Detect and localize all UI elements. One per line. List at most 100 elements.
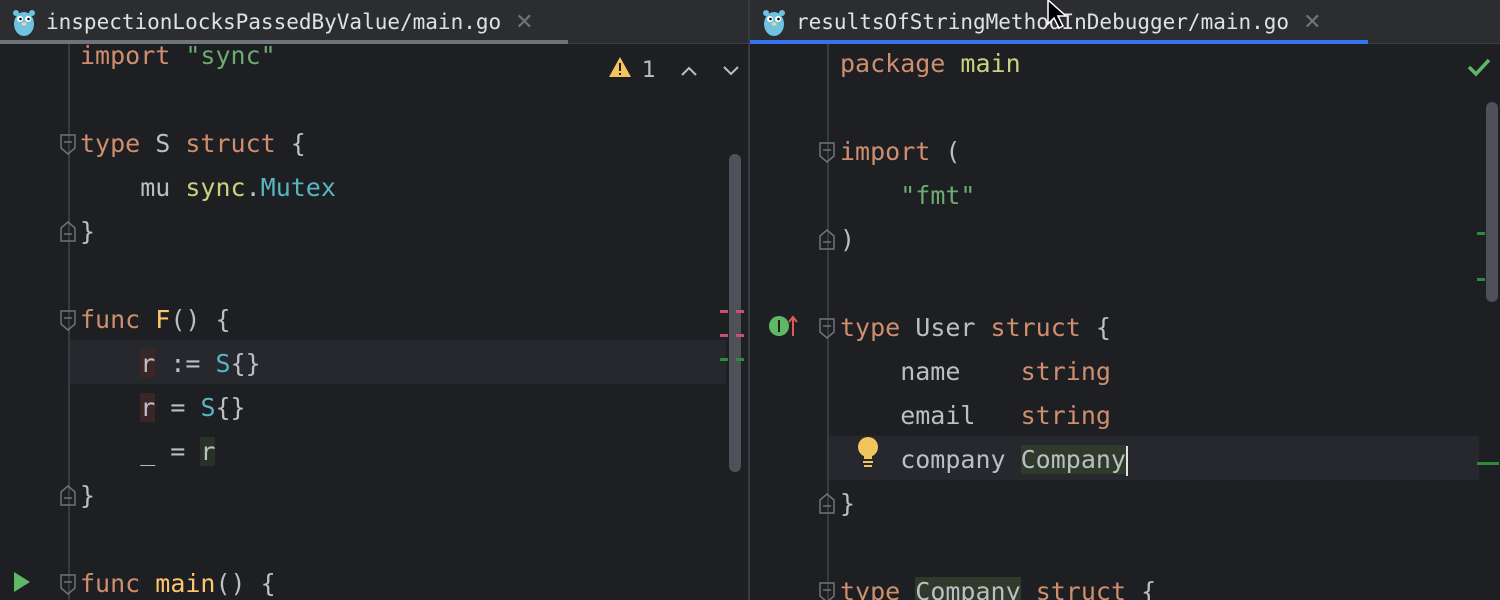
bulb-icon[interactable] bbox=[856, 436, 880, 472]
code-token: struct bbox=[185, 129, 276, 158]
code-line[interactable]: type Company struct { bbox=[840, 570, 1156, 600]
code-line[interactable]: } bbox=[80, 210, 95, 254]
code-token: mu bbox=[80, 173, 186, 202]
fold-icon[interactable] bbox=[60, 220, 76, 242]
change-stripe-marker[interactable] bbox=[1477, 232, 1485, 235]
code-token: package bbox=[840, 49, 946, 78]
code-line[interactable]: import "sync" bbox=[80, 34, 276, 78]
code-line[interactable]: ) bbox=[840, 218, 855, 262]
code-token: string bbox=[1020, 357, 1111, 386]
code-line[interactable]: mu sync.Mutex bbox=[80, 166, 336, 210]
code-token: main bbox=[960, 49, 1021, 78]
close-icon[interactable]: ✕ bbox=[1303, 10, 1321, 35]
code-line[interactable]: } bbox=[840, 482, 855, 526]
code-token: = bbox=[155, 393, 201, 422]
code-token: { bbox=[1126, 577, 1157, 600]
code-token: type bbox=[840, 313, 901, 342]
code-token: Mutex bbox=[260, 173, 336, 202]
error-stripe-marker[interactable] bbox=[736, 310, 744, 313]
right-editor-pane: resultsOfStringMethodInDebugger/main.go … bbox=[750, 0, 1500, 600]
code-token: User bbox=[900, 313, 991, 342]
left-editor[interactable]: 1 import "sync" type S struct { mu sync.M… bbox=[0, 41, 748, 600]
code-token: S bbox=[215, 349, 231, 378]
code-token: _ = bbox=[80, 437, 201, 466]
fold-icon[interactable] bbox=[60, 574, 76, 595]
code-token: {} bbox=[215, 393, 246, 422]
code-token: } bbox=[80, 481, 96, 510]
right-tab-bar: resultsOfStringMethodInDebugger/main.go … bbox=[750, 0, 1500, 44]
code-token: type bbox=[840, 577, 901, 600]
chevron-down-icon[interactable] bbox=[722, 58, 740, 83]
code-line[interactable]: func main() { bbox=[80, 562, 276, 600]
fold-icon[interactable] bbox=[60, 310, 76, 331]
change-stripe-marker[interactable] bbox=[720, 358, 728, 361]
chevron-up-icon[interactable] bbox=[680, 58, 698, 83]
code-token: } bbox=[840, 489, 856, 518]
run-icon[interactable] bbox=[12, 570, 32, 598]
fold-icon[interactable] bbox=[60, 134, 76, 155]
code-line[interactable]: _ = r bbox=[80, 430, 216, 474]
code-line[interactable]: type User struct { bbox=[840, 306, 1111, 350]
warning-icon bbox=[608, 56, 632, 84]
gopher-icon bbox=[10, 7, 38, 37]
code-token: {} bbox=[230, 349, 261, 378]
code-token: sync bbox=[185, 173, 246, 202]
code-token: string bbox=[1020, 401, 1111, 430]
fold-icon[interactable] bbox=[819, 142, 835, 163]
scrollbar-thumb[interactable] bbox=[729, 154, 741, 472]
code-token: S bbox=[140, 129, 186, 158]
code-token: email bbox=[840, 401, 1021, 430]
warning-count: 1 bbox=[642, 57, 656, 83]
close-icon[interactable]: ✕ bbox=[515, 10, 533, 35]
gopher-icon bbox=[760, 7, 788, 37]
code-line[interactable]: name string bbox=[840, 350, 1111, 394]
code-line[interactable]: type S struct { bbox=[80, 122, 306, 166]
code-line[interactable]: company Company bbox=[840, 438, 1128, 482]
code-line[interactable]: } bbox=[80, 474, 95, 518]
code-line[interactable]: r := S{} bbox=[80, 342, 261, 386]
change-stripe-marker[interactable] bbox=[1477, 278, 1485, 281]
tab-left-label: inspectionLocksPassedByValue/main.go bbox=[46, 10, 502, 34]
scrollbar-thumb[interactable] bbox=[1486, 102, 1498, 302]
code-line[interactable]: import ( bbox=[840, 130, 960, 174]
code-line[interactable]: package main bbox=[840, 42, 1021, 86]
error-stripe-marker[interactable] bbox=[736, 334, 744, 337]
code-token: r bbox=[140, 349, 156, 378]
code-line[interactable]: "fmt" bbox=[840, 174, 975, 218]
right-editor[interactable]: package main import ( "fmt") type User str… bbox=[750, 44, 1500, 600]
change-stripe-marker[interactable] bbox=[736, 358, 744, 361]
code-token: ( bbox=[930, 137, 961, 166]
inspection-widget[interactable]: 1 bbox=[608, 56, 740, 84]
code-line[interactable]: func F() { bbox=[80, 298, 231, 342]
code-token: main bbox=[155, 569, 216, 598]
code-token: F bbox=[155, 305, 171, 334]
fold-icon[interactable] bbox=[819, 318, 835, 339]
implements-icon[interactable] bbox=[768, 312, 800, 344]
checkmark-icon[interactable] bbox=[1466, 56, 1492, 82]
code-token: name bbox=[840, 357, 1021, 386]
code-token: import bbox=[80, 41, 171, 70]
error-stripe-marker[interactable] bbox=[720, 310, 728, 313]
code-line[interactable]: email string bbox=[840, 394, 1111, 438]
code-line[interactable]: r = S{} bbox=[80, 386, 246, 430]
fold-icon[interactable] bbox=[819, 228, 835, 250]
fold-icon[interactable] bbox=[60, 484, 76, 506]
fold-icon[interactable] bbox=[819, 492, 835, 514]
error-stripe-marker[interactable] bbox=[720, 334, 728, 337]
change-stripe-marker[interactable] bbox=[1477, 462, 1499, 465]
code-token: := bbox=[155, 349, 216, 378]
mouse-cursor-icon bbox=[1046, 0, 1072, 34]
code-token: Company bbox=[915, 577, 1021, 600]
code-token: "sync" bbox=[185, 41, 276, 70]
fold-icon[interactable] bbox=[819, 582, 835, 600]
code-token: () { bbox=[215, 569, 276, 598]
code-token: { bbox=[1080, 313, 1111, 342]
